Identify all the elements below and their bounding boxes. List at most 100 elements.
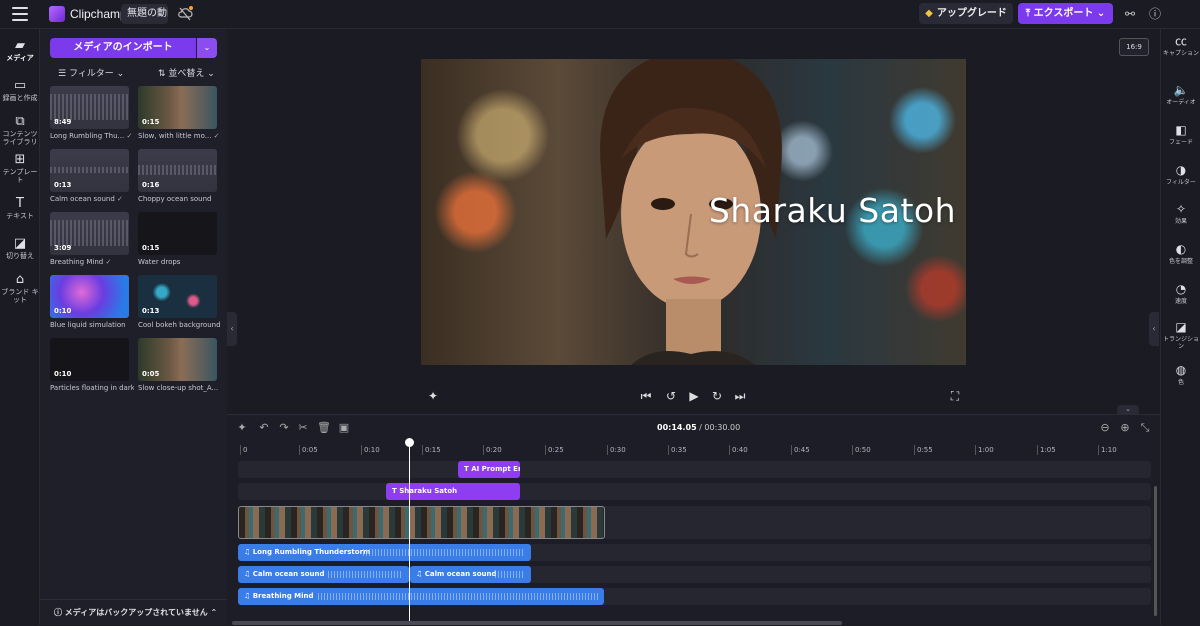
rail-label: テンプレート xyxy=(2,168,38,184)
save-icon[interactable]: ▣ xyxy=(337,421,351,435)
media-thumbnail[interactable]: 3:09 xyxy=(50,212,129,255)
media-thumbnail[interactable]: 0:16 xyxy=(138,149,217,192)
right-properties-rail: ㏄キャプション 🔈 オーディオ ◧ フェード ◑ フィルター ✧ 効果 ◐ 色を調整 ◔ 速… xyxy=(1160,29,1200,625)
rail-item-fade[interactable]: ◧ フェード xyxy=(1161,123,1200,147)
video-preview[interactable]: Sharaku Satoh xyxy=(421,59,966,365)
transition-icon: ◪ xyxy=(1175,320,1187,334)
audio-clip[interactable]: ♫ Calm ocean sound xyxy=(410,566,531,583)
media-panel: メディアのインポート ⌄ ☰ フィルター ⌄ ⇅ 並べ替え ⌄ 8:49 Lon… xyxy=(40,29,227,625)
export-button[interactable]: ⤒ エクスポート ⌄ xyxy=(1018,3,1113,24)
rewind-5-icon[interactable]: ↺ xyxy=(662,387,680,405)
media-thumbnail[interactable]: 0:15 xyxy=(138,212,217,255)
track-text-1 xyxy=(238,461,1151,478)
music-note-icon: ♫ xyxy=(244,592,253,600)
fullscreen-icon[interactable]: ⛶ xyxy=(946,387,964,405)
duration-badge: 0:13 xyxy=(142,307,160,315)
collapse-stage-button[interactable]: ⌄ xyxy=(1117,405,1139,414)
upgrade-button[interactable]: ◆ アップグレード xyxy=(919,3,1013,24)
media-label: Long Rumbling Thu... ✓ xyxy=(50,132,133,140)
rail-label: メディア xyxy=(6,54,34,63)
redo-icon[interactable]: ↷ xyxy=(277,421,291,435)
rail-item-record[interactable]: ▭ 録画と作成 xyxy=(0,78,40,103)
video-clip[interactable] xyxy=(238,506,605,539)
filter-icon: ☰ xyxy=(58,69,69,79)
backup-notice-text: メディアはバックアップされていません xyxy=(64,608,208,617)
delete-icon[interactable]: 🗑 xyxy=(317,421,331,435)
rail-item-transitions[interactable]: ◪ 切り替え xyxy=(0,236,40,261)
play-icon[interactable]: ▶ xyxy=(685,387,703,405)
import-media-button[interactable]: メディアのインポート xyxy=(50,38,196,58)
media-thumbnail[interactable]: 0:05 xyxy=(138,338,217,381)
chevron-down-icon: ⌄ xyxy=(203,43,211,52)
library-icon: ⧉ xyxy=(15,114,25,129)
timecode: 00:14.05 / 00:30.00 xyxy=(657,423,741,432)
fit-to-screen-icon[interactable]: ⤡ xyxy=(1138,421,1152,435)
rail-item-color[interactable]: ◍ 色 xyxy=(1161,363,1200,387)
aspect-ratio-button[interactable]: 16:9 xyxy=(1119,38,1149,56)
help-icon[interactable]: ⓘ xyxy=(1147,6,1163,22)
rail-item-text[interactable]: T テキスト xyxy=(0,196,40,221)
share-icon[interactable]: ⚯ xyxy=(1122,6,1138,22)
time-ruler[interactable]: 0 0:05 0:10 0:15 0:20 0:25 0:30 0:35 0:4… xyxy=(227,441,1160,457)
playhead[interactable] xyxy=(409,440,410,625)
magic-tool-icon[interactable]: ✦ xyxy=(235,421,249,435)
magic-edit-icon[interactable]: ✦ xyxy=(424,387,442,405)
timeline-horizontal-scrollbar[interactable] xyxy=(232,621,842,625)
collapse-right-panel-button[interactable]: ‹ xyxy=(1149,312,1159,346)
effects-icon: ✧ xyxy=(1175,202,1187,216)
forward-5-icon[interactable]: ↻ xyxy=(708,387,726,405)
rail-item-captions[interactable]: ㏄キャプション xyxy=(1161,34,1200,58)
music-note-icon: ♫ xyxy=(416,570,425,578)
record-icon: ▭ xyxy=(13,78,27,93)
video-caption-text[interactable]: Sharaku Satoh xyxy=(709,191,956,230)
backup-notice[interactable]: ⓘ メディアはバックアップされていません ⌃ xyxy=(40,599,227,625)
clip-label: Calm ocean sound xyxy=(424,570,497,578)
audio-clip[interactable]: ♫ Calm ocean sound xyxy=(238,566,409,583)
skip-forward-icon[interactable]: ⏭ xyxy=(731,387,749,405)
text-clip[interactable]: T AI Prompt En xyxy=(458,461,520,478)
sort-button[interactable]: ⇅ 並べ替え ⌄ xyxy=(158,66,215,79)
audio-clip[interactable]: ♫ Breathing Mind xyxy=(238,588,604,605)
rail-item-transitions[interactable]: ◪ トランジション xyxy=(1161,320,1200,351)
rail-item-color-adjust[interactable]: ◐ 色を調整 xyxy=(1161,242,1200,266)
ruler-tick: 0:45 xyxy=(791,445,810,455)
media-thumbnail[interactable]: 0:13 xyxy=(138,275,217,318)
zoom-in-icon[interactable]: ⊕ xyxy=(1118,421,1132,435)
rail-item-library[interactable]: ⧉ コンテンツ ライブラリ xyxy=(0,114,40,147)
menu-icon[interactable] xyxy=(12,7,28,21)
timeline-vertical-scrollbar[interactable] xyxy=(1154,486,1157,616)
rail-item-audio[interactable]: 🔈 オーディオ xyxy=(1161,83,1200,107)
ruler-tick: 1:10 xyxy=(1098,445,1117,455)
collapse-left-panel-button[interactable]: ‹ xyxy=(227,312,237,346)
rail-item-templates[interactable]: ⊞ テンプレート xyxy=(0,152,40,185)
rail-item-brand-kit[interactable]: ⌂ ブランド キット xyxy=(0,272,40,305)
playhead-handle[interactable] xyxy=(405,438,414,447)
cloud-off-icon[interactable] xyxy=(177,6,193,22)
split-icon[interactable]: ✂ xyxy=(296,421,310,435)
rail-item-effects[interactable]: ✧ 効果 xyxy=(1161,202,1200,226)
sort-icon: ⇅ xyxy=(158,69,169,79)
rail-item-filters[interactable]: ◑ フィルター xyxy=(1161,163,1200,187)
media-thumbnail[interactable]: 0:10 xyxy=(50,275,129,318)
media-thumbnail[interactable]: 0:15 xyxy=(138,86,217,129)
track-text-2 xyxy=(238,483,1151,500)
media-thumbnail[interactable]: 0:13 xyxy=(50,149,129,192)
audio-clip[interactable]: ♫ Long Rumbling Thunderstorm xyxy=(238,544,531,561)
duration-badge: 0:10 xyxy=(54,307,72,315)
rail-label: フィルター xyxy=(1166,178,1196,186)
media-thumbnail[interactable]: 0:10 xyxy=(50,338,129,381)
media-thumbnail[interactable]: 8:49 xyxy=(50,86,129,129)
rail-item-speed[interactable]: ◔ 速度 xyxy=(1161,282,1200,306)
text-clip[interactable]: T Sharaku Satoh xyxy=(386,483,520,500)
ruler-tick: 0:05 xyxy=(299,445,318,455)
rail-item-media[interactable]: ▰ メディア xyxy=(0,38,40,63)
undo-icon[interactable]: ↶ xyxy=(257,421,271,435)
skip-back-icon[interactable]: ⏮ xyxy=(637,387,655,405)
import-dropdown-button[interactable]: ⌄ xyxy=(197,38,217,58)
check-icon: ✓ xyxy=(105,258,112,266)
project-title-input[interactable]: 無題の動画 xyxy=(121,4,168,24)
cc-icon: ㏄ xyxy=(1174,34,1187,48)
rail-label: 色を調整 xyxy=(1168,257,1193,265)
zoom-out-icon[interactable]: ⊖ xyxy=(1098,421,1112,435)
filter-button[interactable]: ☰ フィルター ⌄ xyxy=(58,66,124,79)
